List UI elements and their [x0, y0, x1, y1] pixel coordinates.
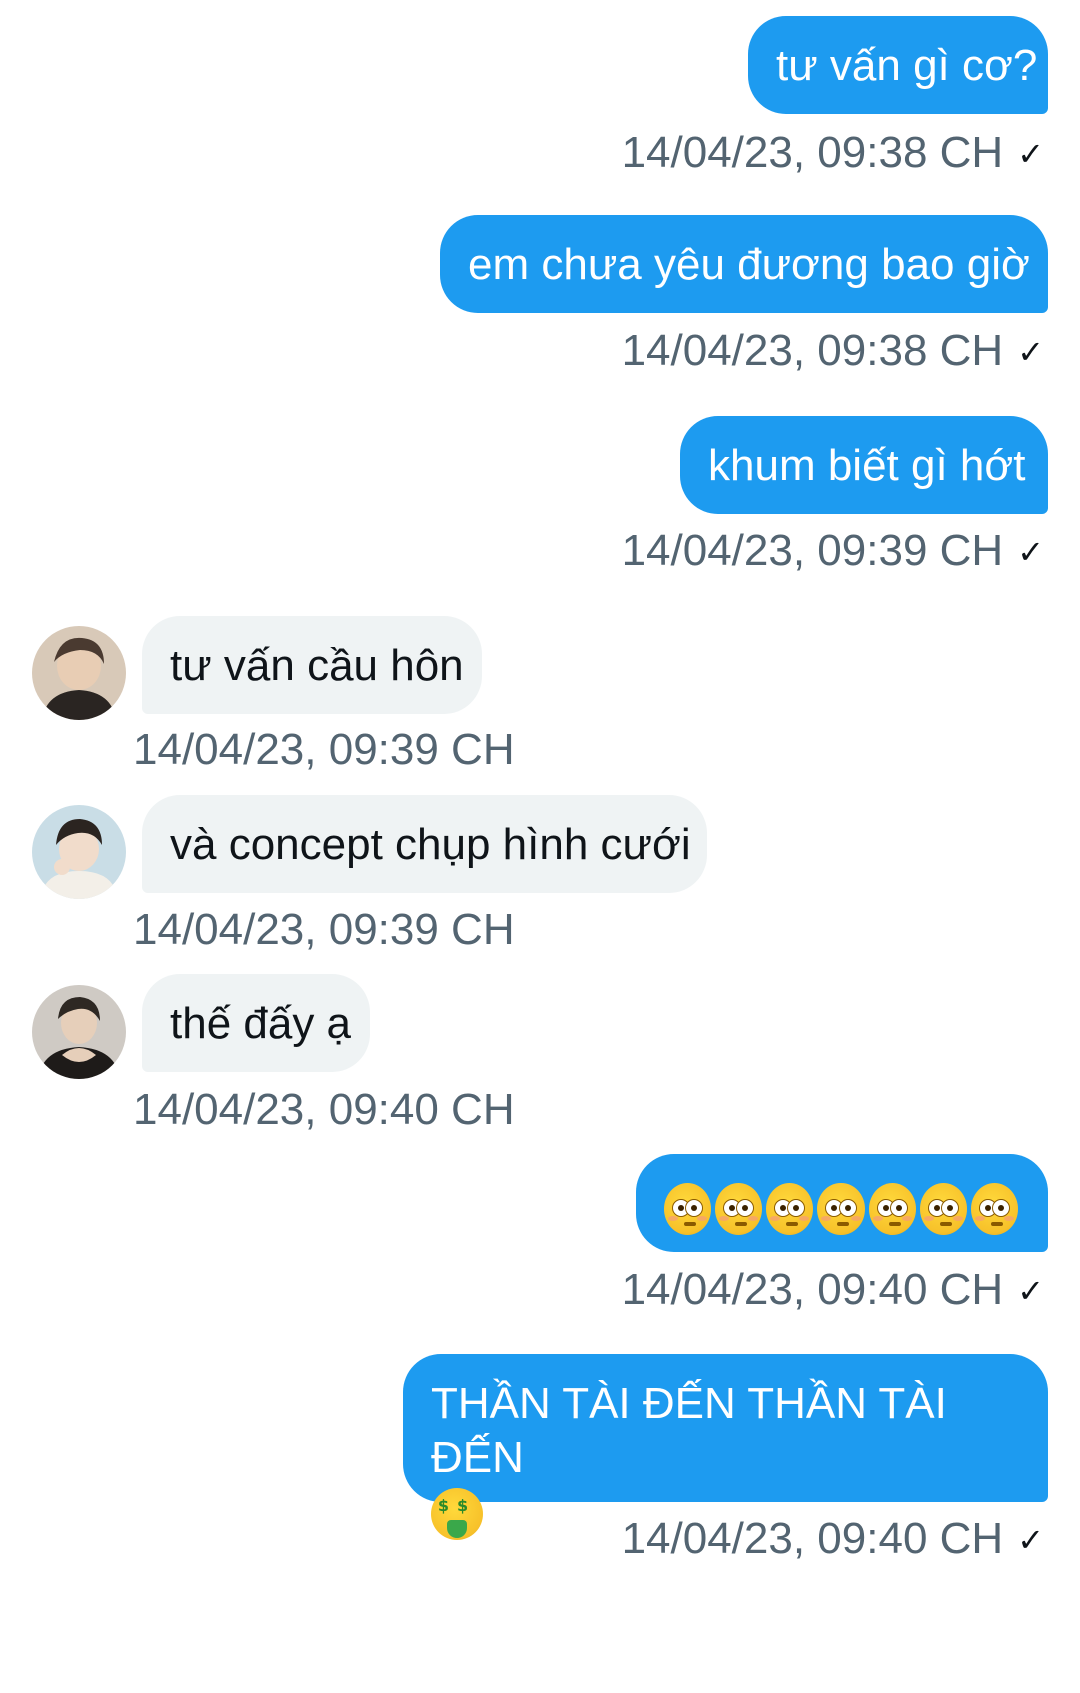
avatar-photo-icon — [32, 626, 126, 720]
flushed-face-icon — [970, 1183, 1018, 1235]
timestamp-text: 14/04/23, 09:38 CH — [621, 326, 1004, 375]
sent-check-icon: ✓ — [1017, 1273, 1044, 1309]
timestamp-text: 14/04/23, 09:39 CH — [133, 905, 515, 954]
sent-check-icon: ✓ — [1017, 136, 1044, 172]
message-text: THẦN TÀI ĐẾN THẦN TÀI ĐẾN — [431, 1379, 947, 1482]
timestamp-text: 14/04/23, 09:39 CH — [621, 526, 1004, 575]
timestamp-text: 14/04/23, 09:38 CH — [621, 128, 1004, 177]
message-timestamp: 14/04/23, 09:40 CH ✓ — [622, 1265, 1044, 1316]
emoji-row — [664, 1179, 1018, 1235]
timestamp-text: 14/04/23, 09:40 CH — [621, 1514, 1004, 1563]
outgoing-message-bubble[interactable] — [636, 1154, 1048, 1252]
message-text: tư vấn cầu hôn — [170, 641, 464, 690]
flushed-face-icon — [919, 1183, 967, 1235]
flushed-face-icon — [868, 1183, 916, 1235]
avatar-photo-icon — [32, 985, 126, 1079]
flushed-face-icon — [766, 1183, 814, 1235]
message-timestamp: 14/04/23, 09:40 CH ✓ — [622, 1514, 1044, 1565]
timestamp-text: 14/04/23, 09:40 CH — [621, 1265, 1004, 1314]
avatar[interactable] — [32, 985, 126, 1079]
incoming-message-bubble[interactable]: tư vấn cầu hôn — [142, 616, 482, 714]
incoming-message-bubble[interactable]: và concept chụp hình cưới — [142, 795, 707, 893]
flushed-face-icon — [817, 1183, 865, 1235]
flushed-face-icon — [715, 1183, 763, 1235]
timestamp-text: 14/04/23, 09:39 CH — [133, 725, 515, 774]
outgoing-message-bubble[interactable]: THẦN TÀI ĐẾN THẦN TÀI ĐẾN $$ — [403, 1354, 1048, 1541]
flushed-face-icon — [664, 1183, 712, 1235]
message-timestamp: 14/04/23, 09:39 CH — [133, 725, 515, 775]
message-text: và concept chụp hình cưới — [170, 820, 691, 869]
message-thread: tư vấn gì cơ? 14/04/23, 09:38 CH ✓ em chư… — [0, 0, 1080, 1693]
message-text: khum biết gì hớt — [708, 441, 1026, 490]
message-text: em chưa yêu đương bao giờ — [468, 240, 1030, 289]
outgoing-message-bubble[interactable]: tư vấn gì cơ? — [748, 16, 1048, 114]
outgoing-message-bubble[interactable]: khum biết gì hớt — [680, 416, 1048, 514]
avatar[interactable] — [32, 805, 126, 899]
sent-check-icon: ✓ — [1017, 334, 1044, 370]
message-timestamp: 14/04/23, 09:40 CH — [133, 1085, 515, 1135]
sent-check-icon: ✓ — [1017, 534, 1044, 570]
message-timestamp: 14/04/23, 09:39 CH — [133, 905, 515, 955]
message-timestamp: 14/04/23, 09:38 CH ✓ — [622, 326, 1044, 377]
message-timestamp: 14/04/23, 09:39 CH ✓ — [622, 526, 1044, 577]
message-timestamp: 14/04/23, 09:38 CH ✓ — [622, 128, 1044, 179]
avatar-photo-icon — [32, 805, 126, 899]
message-text: thế đấy ạ — [170, 999, 352, 1048]
avatar[interactable] — [32, 626, 126, 720]
money-mouth-face-icon: $$ — [431, 1488, 483, 1541]
timestamp-text: 14/04/23, 09:40 CH — [133, 1085, 515, 1134]
incoming-message-bubble[interactable]: thế đấy ạ — [142, 974, 370, 1072]
sent-check-icon: ✓ — [1017, 1522, 1044, 1558]
outgoing-message-bubble[interactable]: em chưa yêu đương bao giờ — [440, 215, 1048, 313]
message-text: tư vấn gì cơ? — [776, 41, 1038, 90]
